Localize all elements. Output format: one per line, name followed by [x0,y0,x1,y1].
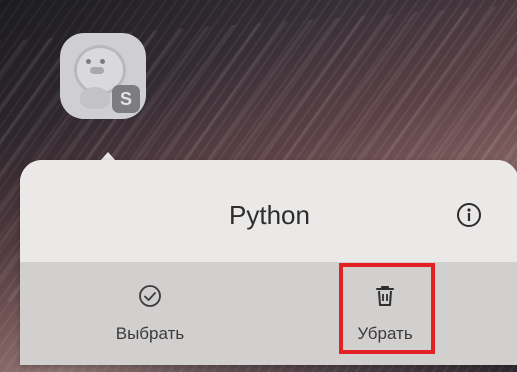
duck-eye-left [86,59,91,64]
popup-actions: Выбрать Убрать [20,262,517,365]
duck-beak [90,67,104,74]
popup-title: Python [229,200,310,230]
remove-button[interactable]: Убрать [340,262,430,365]
duck-eye-right [100,59,105,64]
remove-label: Убрать [357,324,413,343]
trash-icon [373,284,397,308]
select-button[interactable]: Выбрать [90,262,210,365]
duck-body [80,87,110,109]
popup-header: Python [20,160,517,262]
app-badge: S [112,85,140,113]
select-label: Выбрать [115,324,185,343]
python-duck-app-icon[interactable]: S [60,33,146,119]
app-context-popup: Python Выбрать Убрать [20,160,517,365]
home-screen: S Python Выбрать Убрать [0,0,517,372]
info-icon[interactable] [456,202,482,228]
check-circle-icon [138,284,162,308]
